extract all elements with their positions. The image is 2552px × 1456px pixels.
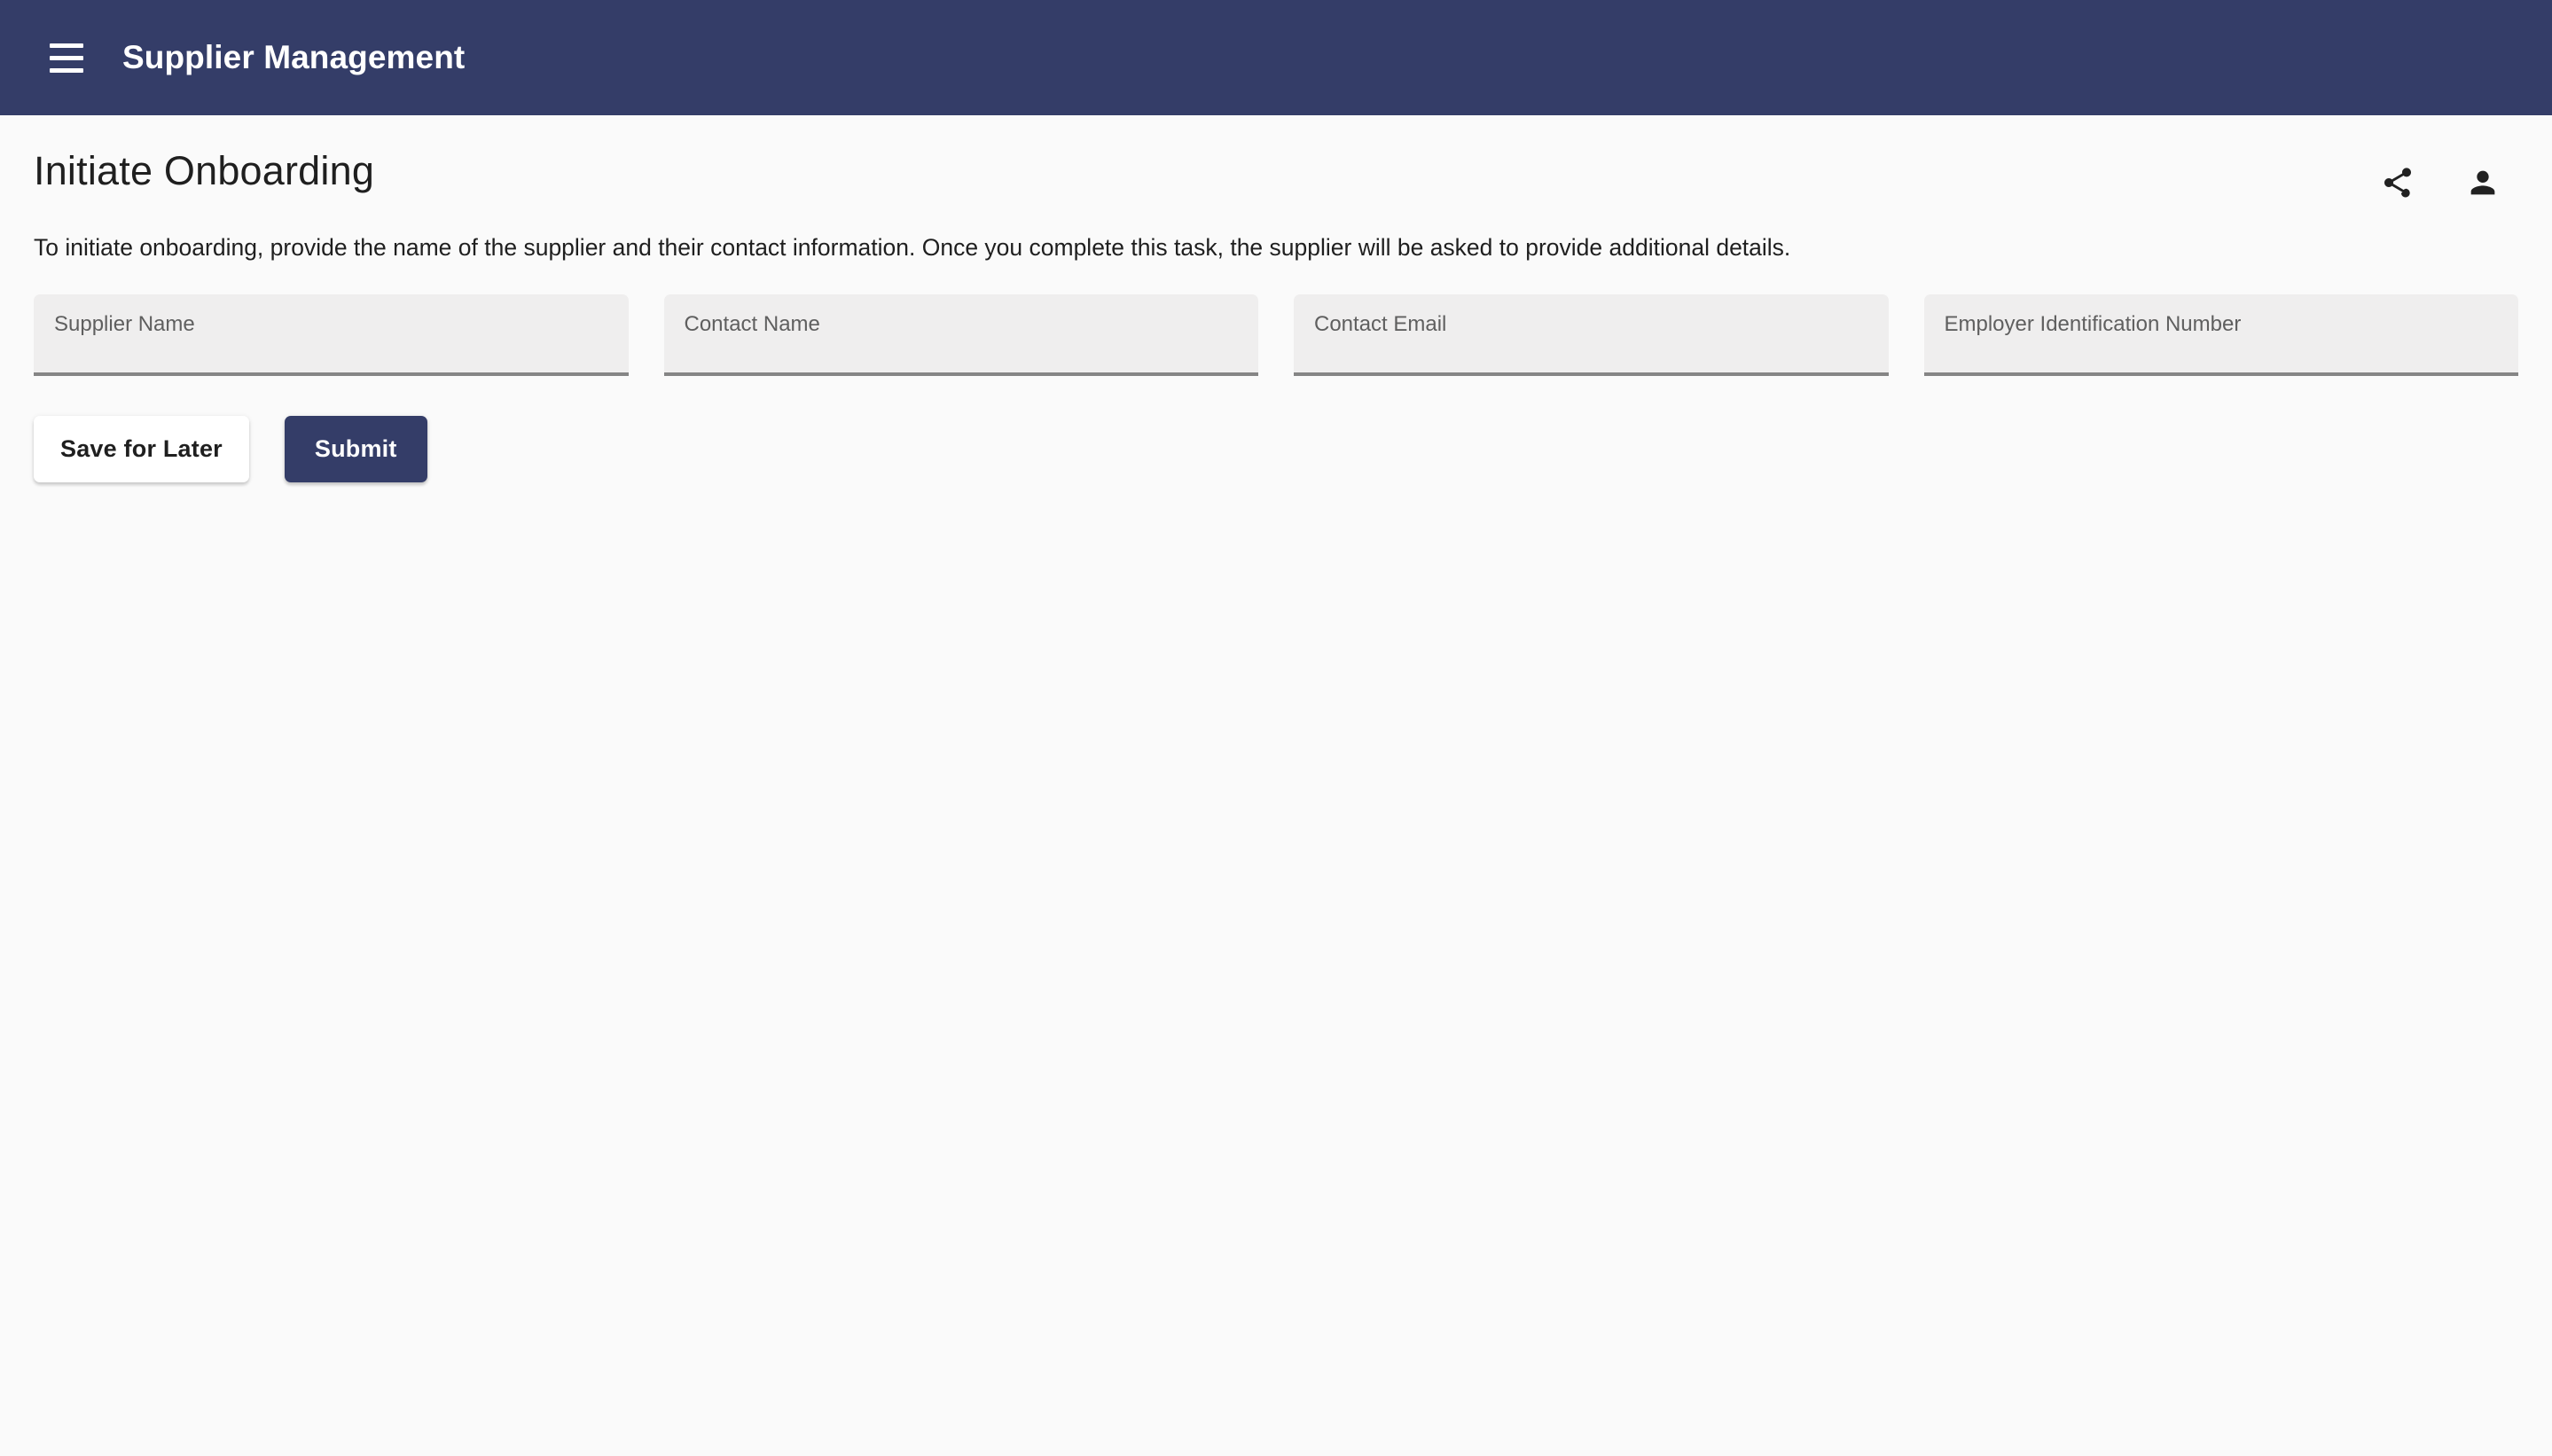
page-description: To initiate onboarding, provide the name… — [34, 234, 1791, 261]
employer-identification-number-input[interactable] — [1944, 331, 2502, 367]
onboarding-form: Supplier Name Contact Name Contact Email… — [34, 294, 2518, 376]
contact-email-input[interactable] — [1314, 331, 1873, 367]
menu-line-2 — [50, 55, 83, 60]
menu-line-1 — [50, 43, 83, 48]
supplier-name-field[interactable]: Supplier Name — [34, 294, 629, 376]
page-header-row: Initiate Onboarding — [34, 115, 2518, 206]
contact-name-field[interactable]: Contact Name — [663, 294, 1258, 376]
app-bar: Supplier Management — [0, 0, 2552, 115]
account-button[interactable] — [2460, 160, 2506, 206]
form-actions: Save for Later Submit — [34, 415, 2518, 482]
contact-name-input[interactable] — [684, 331, 1242, 367]
share-icon — [2380, 165, 2415, 200]
employer-identification-number-field[interactable]: Employer Identification Number — [1923, 294, 2518, 376]
page-header-actions — [2375, 160, 2518, 206]
page-content: Initiate Onboarding To initiate onboardi… — [0, 115, 2552, 482]
person-icon — [2465, 165, 2501, 200]
contact-email-field[interactable]: Contact Email — [1294, 294, 1889, 376]
app-title: Supplier Management — [122, 39, 466, 75]
menu-line-3 — [50, 67, 83, 73]
share-button[interactable] — [2375, 160, 2421, 206]
submit-button[interactable]: Submit — [284, 415, 427, 482]
page-title: Initiate Onboarding — [34, 148, 375, 193]
save-for-later-button[interactable]: Save for Later — [34, 415, 249, 482]
hamburger-menu-icon[interactable] — [39, 30, 94, 85]
supplier-name-input[interactable] — [54, 331, 613, 367]
